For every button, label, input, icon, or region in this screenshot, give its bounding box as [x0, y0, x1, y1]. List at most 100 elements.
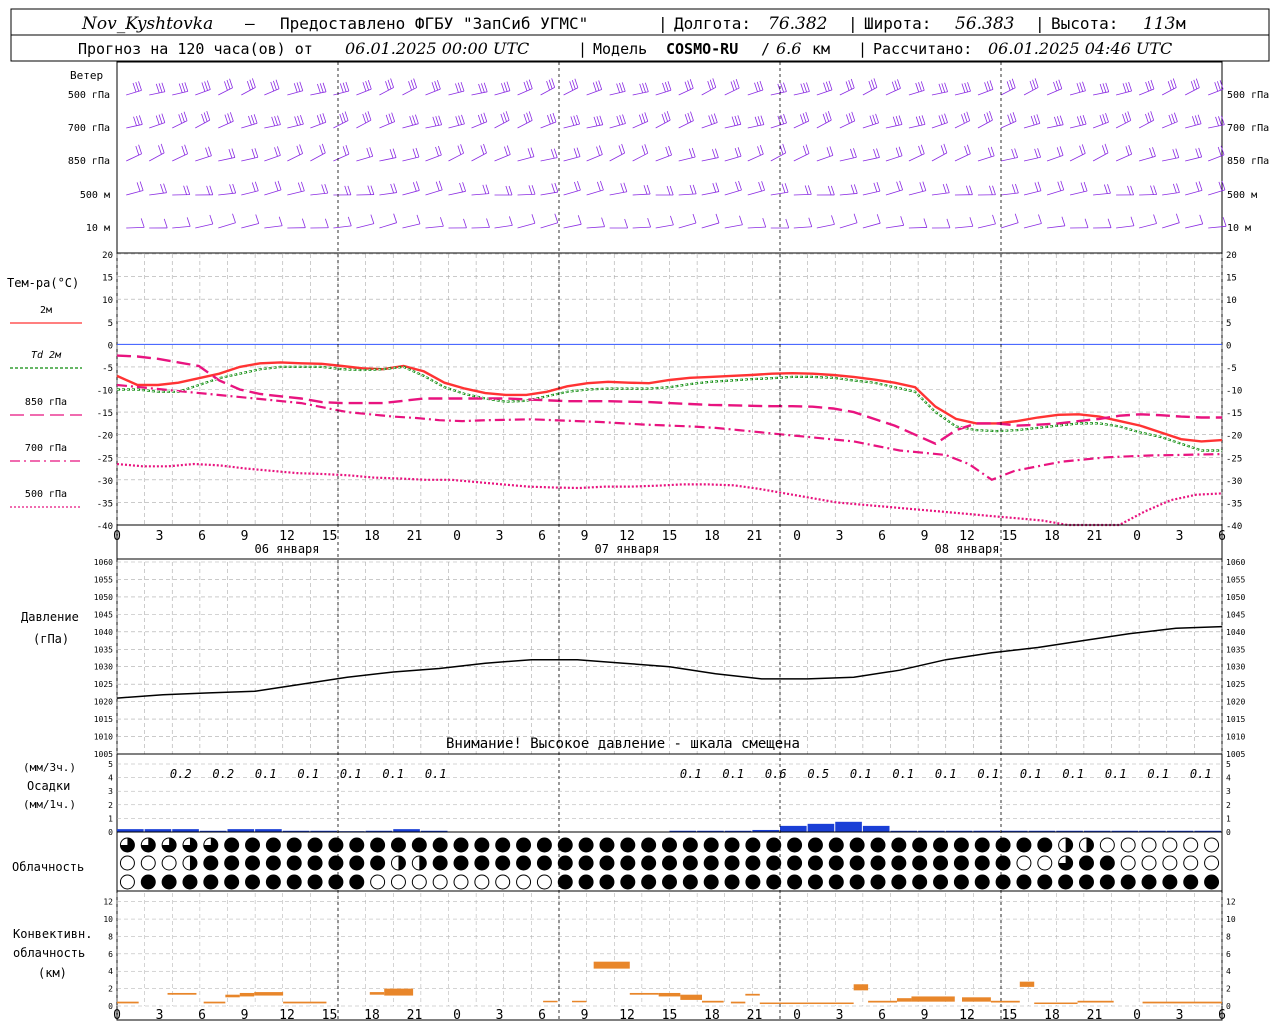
wind-barb	[1162, 157, 1179, 162]
convective-bar	[1142, 1001, 1222, 1004]
wind-barb-flag	[274, 116, 278, 126]
temp-ytick-left: -10	[97, 387, 113, 397]
wind-barb-flag	[918, 145, 922, 156]
cloud-icon	[536, 874, 552, 890]
wind-barb-flag	[687, 112, 692, 123]
wind-barb-flag	[548, 79, 553, 89]
wind-barb-flag	[1127, 111, 1132, 121]
time-tick-label: 3	[156, 529, 164, 544]
wind-barb-flag	[135, 82, 140, 92]
cloud-icon	[328, 874, 344, 890]
wind-barb-flag	[1172, 149, 1177, 159]
cloud-icon	[1204, 874, 1220, 890]
cloud-icon	[516, 855, 532, 871]
pressure-ytick-left: 1035	[94, 645, 113, 654]
wind-barb-flag	[181, 82, 186, 93]
cloud-icon	[224, 837, 240, 853]
cloud-icon	[245, 874, 261, 890]
wind-barb-flag	[322, 82, 327, 92]
wind-barb	[517, 88, 533, 96]
wind-barb-flag	[777, 115, 782, 125]
provider-text: Предоставлено ФГБУ "ЗапСиб УГМС"	[280, 14, 588, 33]
wind-barb-flag	[738, 180, 742, 191]
wind-barb-flag	[367, 185, 372, 195]
wind-barb	[1184, 87, 1200, 96]
wind-barb-flag	[1174, 112, 1178, 122]
wind-barb	[793, 91, 810, 96]
day-label: 07 января	[594, 542, 659, 556]
wind-barb-flag	[621, 82, 626, 92]
wind-barb-flag	[413, 78, 418, 88]
wind-barb	[931, 192, 950, 196]
wind-barb-flag	[822, 113, 827, 124]
wind-barb-flag	[385, 114, 390, 125]
wind-barb-flag	[1150, 111, 1155, 121]
wind-barb-flag	[664, 82, 669, 92]
time-tick-label: 0	[113, 529, 121, 544]
wind-barb-flag	[391, 112, 396, 122]
wind-barb-flag	[712, 183, 717, 193]
wind-barb-flag	[431, 82, 436, 92]
wind-barb-flag	[969, 185, 973, 195]
wind-barb-flag	[986, 112, 991, 122]
wind-barb-flag	[829, 146, 834, 156]
wind-barb-flag	[161, 82, 166, 92]
cloud-icons	[119, 837, 1220, 890]
temp-ytick-right: 15	[1226, 274, 1237, 284]
cloud-icon	[161, 855, 177, 871]
wind-barb-flag	[876, 148, 880, 158]
wind-barb	[356, 223, 374, 229]
wind-barb-flag	[438, 115, 443, 125]
wind-barb	[701, 122, 718, 129]
wind-barb-flag	[576, 147, 581, 157]
cloud-icon	[662, 837, 677, 853]
wind-barb-flag	[808, 217, 813, 227]
wind-barb	[517, 120, 533, 129]
cloud-icon	[370, 855, 386, 871]
wind-barb-flag	[945, 183, 950, 193]
wind-barb-flag	[273, 80, 277, 90]
wind-barb-flag	[641, 145, 646, 155]
wind-barb-flag	[711, 114, 715, 124]
wind-barb-flag	[577, 215, 582, 225]
cloud-icon	[182, 874, 198, 890]
wind-barb-flag	[666, 185, 671, 196]
wind-barb	[839, 156, 857, 162]
precip-ytick-left: 1	[108, 814, 113, 823]
wind-barb	[931, 122, 948, 129]
wind-barb	[1023, 122, 1040, 129]
wind-barb-flag	[739, 215, 743, 225]
wind-barb-flag	[762, 217, 767, 228]
wind-barb-flag	[616, 115, 621, 126]
wind-barb	[586, 89, 602, 96]
wind-barb-flag	[592, 82, 597, 92]
wind-barb-flag	[754, 82, 758, 92]
wind-barb	[1069, 123, 1087, 129]
wind-barb-flag	[571, 79, 576, 90]
wind-barb-flag	[623, 182, 628, 192]
wind-barb-flag	[1055, 80, 1060, 91]
convective-bar	[167, 992, 197, 995]
wind-barb	[586, 154, 603, 162]
wind-level-label-right: 10 м	[1227, 223, 1251, 234]
precip-total: 0.6	[765, 767, 787, 781]
convective-bar	[680, 994, 702, 1000]
wind-barb	[724, 224, 743, 229]
wind-barb-flag	[554, 213, 559, 223]
wind-barb	[1069, 190, 1088, 196]
wind-barb-flag	[209, 214, 214, 225]
wind-barb-flag	[339, 83, 344, 93]
wind-barb-flag	[208, 146, 212, 156]
wind-barb-flag	[551, 78, 556, 88]
pressure-ytick-left: 1015	[94, 715, 113, 724]
convective-bar	[868, 1000, 897, 1003]
wind-barb-flag	[1214, 82, 1219, 92]
wind-barb	[1069, 153, 1086, 162]
wind-barb	[1162, 192, 1180, 196]
wind-level-label-right: 500 м	[1227, 190, 1257, 201]
wind-barb-flag	[140, 218, 145, 228]
wind-barb-flag	[1220, 145, 1225, 156]
cloud-icon	[807, 837, 823, 853]
header: Nov_Kyshtovka — Предоставлено ФГБУ "ЗапС…	[10, 8, 1270, 62]
precip-ytick-left: 2	[108, 801, 113, 810]
